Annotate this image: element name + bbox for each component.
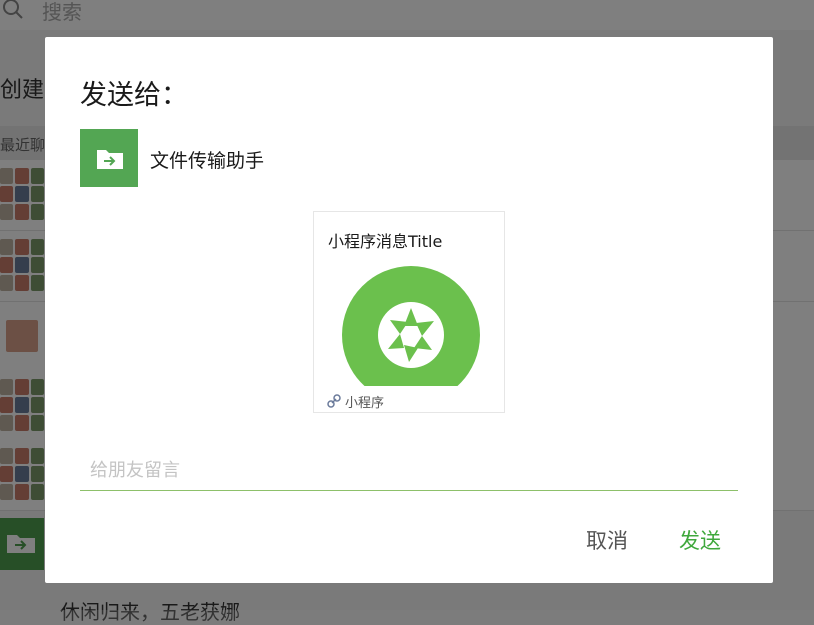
dialog-title: 发送给： (80, 80, 188, 111)
folder-arrow-icon (97, 150, 123, 169)
link-icon (327, 394, 341, 408)
card-footer: 小程序 (327, 392, 385, 411)
message-input[interactable] (80, 451, 738, 491)
share-dialog: 发送给： 文件传输助手 小程序消息Title 小程序 给朋友留言 取消 发送 (45, 37, 773, 583)
send-button[interactable]: 发送 (679, 525, 721, 555)
card-title: 小程序消息Title (328, 232, 443, 251)
recipient-name: 文件传输助手 (150, 150, 265, 172)
camera-shutter-icon (342, 266, 480, 386)
recipient-avatar (80, 129, 138, 187)
mini-program-card: 小程序消息Title 小程序 (313, 211, 505, 413)
mini-program-label: 小程序 (345, 395, 385, 411)
cancel-button[interactable]: 取消 (586, 525, 628, 555)
